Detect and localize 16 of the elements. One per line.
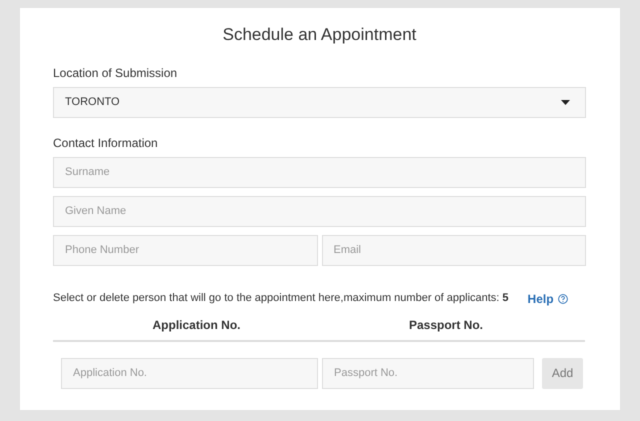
column-header: Application No. [152, 318, 240, 332]
help-icon [558, 294, 568, 304]
input-field[interactable]: Email [322, 234, 586, 266]
input-field[interactable]: Passport No. [322, 358, 534, 388]
help-link[interactable]: Help [528, 290, 568, 308]
field-label: Location of Submission [53, 64, 178, 82]
input-field[interactable]: Application No. [61, 358, 318, 388]
column-header: Passport No. [408, 318, 483, 332]
field-label: Contact Information [53, 134, 159, 152]
form-title: Schedule an Appointment [222, 24, 418, 46]
input-field[interactable]: Phone Number [53, 234, 318, 266]
input-field[interactable]: Surname [53, 156, 586, 188]
location-select[interactable]: TORONTO [53, 86, 586, 118]
caret-icon [561, 100, 570, 104]
instruction-text: Select or delete person that will go to the appointment here,maximum number of applicants: 5 [53, 291, 509, 306]
input-field[interactable]: Given Name [53, 196, 586, 226]
